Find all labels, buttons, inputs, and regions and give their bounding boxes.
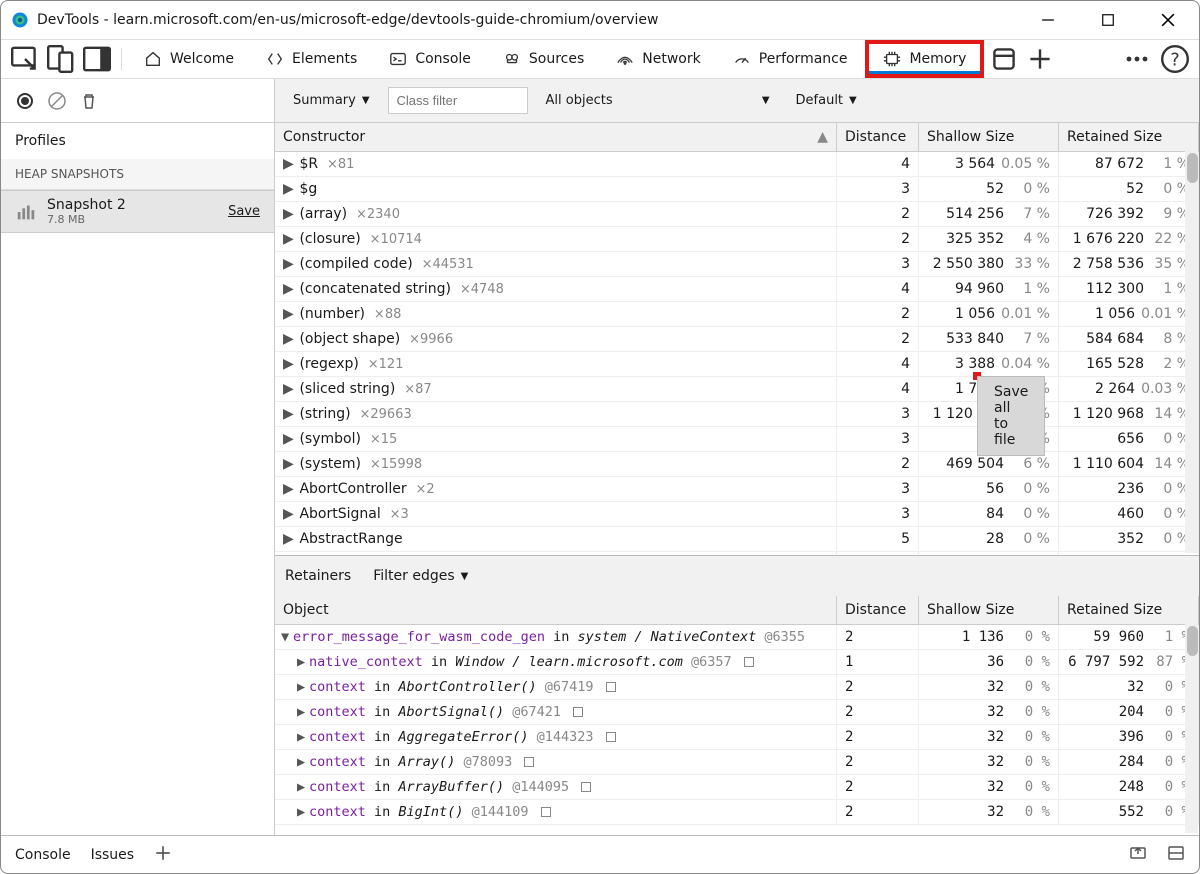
table-row[interactable]: ▶ (regexp) ×12143 3880.04 %165 5282 % xyxy=(275,352,1199,377)
table-row[interactable]: ▶ (string) ×2966331 120 92814 %1 120 968… xyxy=(275,402,1199,427)
tab-memory[interactable]: Memory xyxy=(865,40,984,78)
svg-text:?: ? xyxy=(1170,50,1179,70)
snapshot-save-link[interactable]: Save xyxy=(228,204,260,219)
drawer-dock-icon[interactable] xyxy=(1129,844,1147,866)
memory-toolbar: Summary▼ All objects▼ Default▼ xyxy=(1,79,1199,123)
table-row[interactable]: ▶ (sliced string) ×8741 7400.02 %2 2640.… xyxy=(275,377,1199,402)
table-row[interactable]: ▶ (system) ×159982469 5046 %1 110 60414 … xyxy=(275,452,1199,477)
table-row[interactable]: ▶ AbortController ×23560 %2360 % xyxy=(275,477,1199,502)
table-row[interactable]: ▶ (closure) ×107142325 3524 %1 676 22022… xyxy=(275,227,1199,252)
dock-side-icon[interactable] xyxy=(81,43,113,75)
profiles-label: Profiles xyxy=(1,123,274,159)
tab-console[interactable]: Console xyxy=(375,40,485,78)
retainer-row[interactable]: ▶context in ArrayBuffer() @144095 2320 %… xyxy=(275,775,1199,800)
retainers-panel: Retainers Filter edges▼ Object Distance … xyxy=(275,555,1199,835)
context-menu-save-all[interactable]: Save all to file xyxy=(977,376,1045,456)
more-icon[interactable] xyxy=(1121,43,1153,75)
help-icon[interactable]: ? xyxy=(1159,43,1191,75)
retainer-row[interactable]: ▶context in AbortController() @67419 232… xyxy=(275,675,1199,700)
ret-col-object[interactable]: Object xyxy=(275,596,837,625)
table-row[interactable]: ▶ (symbol) ×1532400 %6560 % xyxy=(275,427,1199,452)
maximize-button[interactable] xyxy=(1087,5,1129,35)
drawer-tab-console[interactable]: Console xyxy=(15,847,71,863)
profiles-sidebar: Profiles HEAP SNAPSHOTS Snapshot 2 7.8 M… xyxy=(1,123,275,835)
col-distance[interactable]: Distance xyxy=(837,123,919,152)
snapshot-size: 7.8 MB xyxy=(47,213,218,226)
ret-col-shallow[interactable]: Shallow Size xyxy=(919,596,1059,625)
scrollbar-thumb[interactable] xyxy=(1187,153,1198,183)
heap-table[interactable]: Constructor▲ Distance Shallow Size Retai… xyxy=(275,123,1199,555)
main-tabstrip: Welcome Elements Console Sources Network… xyxy=(1,39,1199,79)
default-dropdown[interactable]: Default▼ xyxy=(788,89,865,112)
drawer-tab-issues[interactable]: Issues xyxy=(91,847,135,863)
col-constructor[interactable]: Constructor▲ xyxy=(275,123,837,152)
drawer-add-icon[interactable] xyxy=(154,844,172,866)
device-toggle-icon[interactable] xyxy=(45,43,77,75)
tab-elements[interactable]: Elements xyxy=(252,40,371,78)
table-row[interactable]: ▶ AbstractRange 5280 %3520 % xyxy=(275,527,1199,552)
table-row[interactable]: ▶ (object shape) ×99662533 8407 %584 684… xyxy=(275,327,1199,352)
table-row[interactable]: ▶ (number) ×8821 0560.01 %1 0560.01 % xyxy=(275,302,1199,327)
retainers-scrollbar-thumb[interactable] xyxy=(1187,626,1198,656)
retainers-title: Retainers xyxy=(285,568,351,584)
tab-welcome[interactable]: Welcome xyxy=(130,40,248,78)
summary-dropdown[interactable]: Summary▼ xyxy=(285,89,378,112)
col-retained[interactable]: Retained Size xyxy=(1059,123,1199,152)
filter-edges-dropdown[interactable]: Filter edges▼ xyxy=(365,564,476,588)
table-row[interactable]: ▶ $R ×8143 5640.05 %87 6721 % xyxy=(275,152,1199,177)
retainer-row[interactable]: ▶context in AbortSignal() @67421 2320 %2… xyxy=(275,700,1199,725)
heap-snapshots-header: HEAP SNAPSHOTS xyxy=(1,159,274,190)
retainer-row[interactable]: ▶context in AggregateError() @144323 232… xyxy=(275,725,1199,750)
snapshot-icon xyxy=(15,201,37,223)
scrollbar[interactable] xyxy=(1185,151,1198,553)
retainer-row[interactable]: ▼error_message_for_wasm_code_gen in syst… xyxy=(275,625,1199,650)
drawer: Console Issues xyxy=(1,835,1199,873)
tab-performance[interactable]: Performance xyxy=(719,40,862,78)
drawer-expand-icon[interactable] xyxy=(1167,844,1185,866)
close-button[interactable] xyxy=(1147,5,1189,35)
new-tab-icon[interactable] xyxy=(1024,43,1056,75)
inspect-icon[interactable] xyxy=(9,43,41,75)
tab-overflow-icon[interactable] xyxy=(988,43,1020,75)
ret-col-distance[interactable]: Distance xyxy=(837,596,919,625)
table-row[interactable]: ▶ (concatenated string) ×4748494 9601 %1… xyxy=(275,277,1199,302)
ret-col-retained[interactable]: Retained Size xyxy=(1059,596,1199,625)
snapshot-name: Snapshot 2 xyxy=(47,197,218,213)
table-row[interactable]: ▶ AbortSignal ×33840 %4600 % xyxy=(275,502,1199,527)
snapshot-item[interactable]: Snapshot 2 7.8 MB Save xyxy=(1,190,274,233)
table-row[interactable]: ▶ AI 8600 %4360 % xyxy=(275,552,1199,556)
tab-sources[interactable]: Sources xyxy=(489,40,598,78)
titlebar: DevTools - learn.microsoft.com/en-us/mic… xyxy=(1,1,1199,39)
class-filter-input[interactable] xyxy=(388,87,528,114)
retainer-row[interactable]: ▶context in Array() @78093 2320 %2840 % xyxy=(275,750,1199,775)
table-row[interactable]: ▶ $g 3520 %520 % xyxy=(275,177,1199,202)
minimize-button[interactable] xyxy=(1027,5,1069,35)
retainer-row[interactable]: ▶native_context in Window / learn.micros… xyxy=(275,650,1199,675)
table-row[interactable]: ▶ (compiled code) ×4453132 550 38033 %2 … xyxy=(275,252,1199,277)
tab-network[interactable]: Network xyxy=(602,40,714,78)
all-objects-dropdown[interactable]: All objects▼ xyxy=(538,89,778,112)
retainer-row[interactable]: ▶context in BigInt() @144109 2320 %5520 … xyxy=(275,800,1199,825)
record-icon[interactable] xyxy=(15,91,35,111)
clear-icon[interactable] xyxy=(47,91,67,111)
edge-logo-icon xyxy=(11,11,29,29)
delete-icon[interactable] xyxy=(79,91,99,111)
window-title: DevTools - learn.microsoft.com/en-us/mic… xyxy=(37,12,1027,28)
table-row[interactable]: ▶ (array) ×23402514 2567 %726 3929 % xyxy=(275,202,1199,227)
col-shallow[interactable]: Shallow Size xyxy=(919,123,1059,152)
